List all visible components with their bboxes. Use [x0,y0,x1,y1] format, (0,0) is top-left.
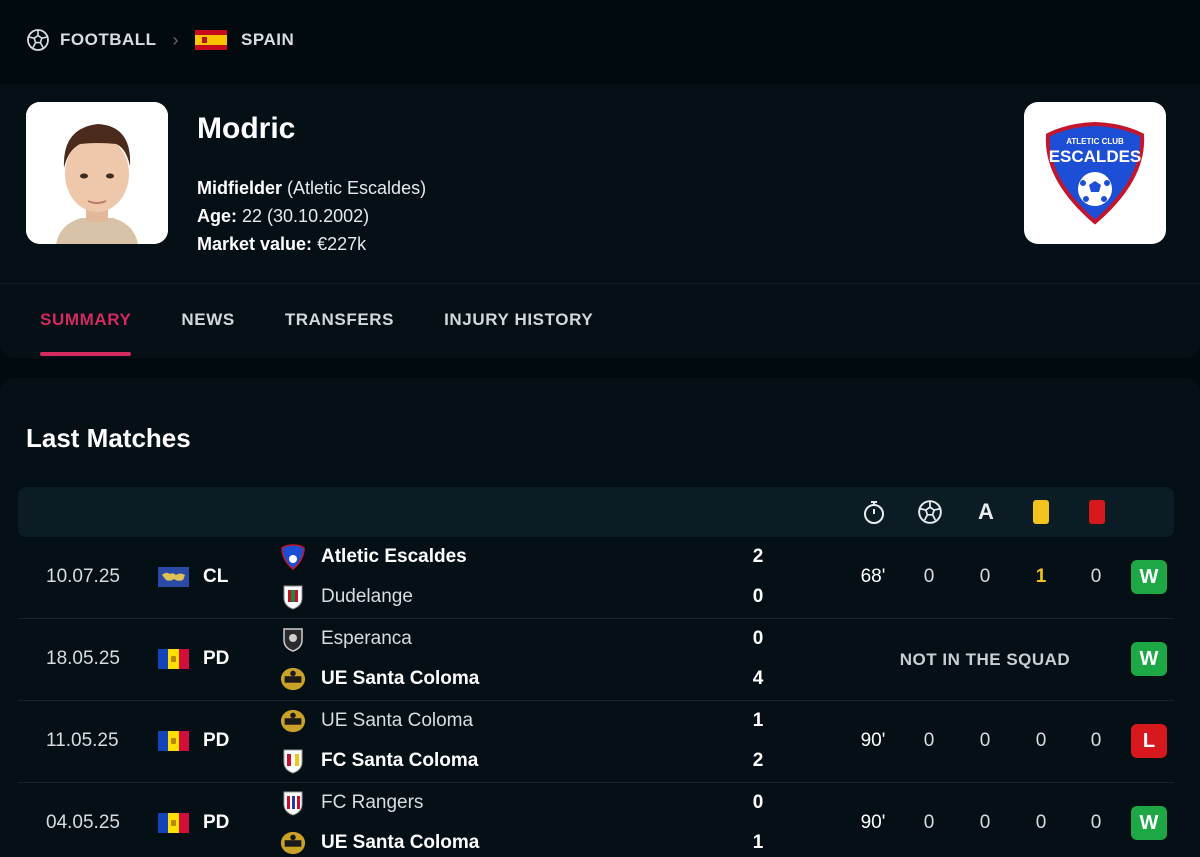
minutes-played: 68' [860,566,886,587]
away-team-name[interactable]: UE Santa Coloma [321,668,479,690]
match-competition[interactable]: PD [203,648,229,670]
match-date: 18.05.25 [46,648,120,669]
yellow-cards-count: 0 [1035,730,1047,751]
champions-league-icon [158,567,189,587]
home-score: 0 [752,628,764,649]
goals-count: 0 [923,730,935,751]
home-score: 1 [752,710,764,731]
age-value: 22 (30.10.2002) [242,206,370,226]
ue-santa-coloma-logo [280,830,306,856]
club-logo-line2: ESCALDES [1049,147,1142,166]
match-date: 11.05.25 [46,730,119,751]
esperanca-logo [280,626,306,652]
club-logo-line1: ATLETIC CLUB [1066,137,1124,146]
tab-news[interactable]: NEWS [181,310,234,358]
yellow-cards-count: 1 [1035,566,1047,587]
goals-count: 0 [923,566,935,587]
breadcrumb: FOOTBALL › SPAIN [26,28,294,52]
match-competition[interactable]: CL [203,566,228,588]
red-cards-count: 0 [1090,566,1102,587]
ue-santa-coloma-logo [280,666,306,692]
player-name: Modric [197,112,296,145]
match-date: 10.07.25 [46,566,120,587]
tab-injury-history[interactable]: INJURY HISTORY [444,310,593,358]
tab-bar: SUMMARY NEWS TRANSFERS INJURY HISTORY [40,310,593,358]
result-badge: W [1131,806,1167,840]
home-score: 2 [752,546,764,567]
football-icon [26,28,50,52]
home-team-name[interactable]: UE Santa Coloma [321,710,473,732]
player-age-line: Age: 22 (30.10.2002) [197,202,426,230]
away-team-name[interactable]: FC Santa Coloma [321,750,478,772]
away-team-name[interactable]: UE Santa Coloma [321,832,479,854]
assist-icon: A [978,499,994,524]
table-header [18,487,1174,537]
atletic-escaldes-logo [280,544,306,570]
age-label: Age: [197,206,237,226]
not-in-squad-label: NOT IN THE SQUAD [899,650,1071,669]
home-team-name[interactable]: FC Rangers [321,792,423,814]
home-score: 0 [752,792,764,813]
away-score: 1 [752,832,764,853]
yellow-card-icon [1027,498,1055,526]
fc-santa-coloma-logo [280,748,306,774]
tab-transfers[interactable]: TRANSFERS [285,310,394,358]
header-divider [0,283,1200,284]
red-cards-count: 0 [1090,812,1102,833]
breadcrumb-sport-link[interactable]: FOOTBALL [60,30,157,50]
match-competition[interactable]: PD [203,730,229,752]
player-club[interactable]: (Atletic Escaldes) [287,178,426,198]
club-logo[interactable]: ATLETIC CLUB ESCALDES [1024,102,1166,244]
dudelange-logo [280,584,306,610]
goals-count: 0 [923,812,935,833]
away-score: 2 [752,750,764,771]
andorra-flag-icon [158,731,189,751]
player-position-line: Midfielder (Atletic Escaldes) [197,174,426,202]
away-team-name[interactable]: Dudelange [321,586,413,608]
fc-rangers-logo [280,790,306,816]
market-value-label: Market value: [197,234,313,254]
minutes-played: 90' [860,730,886,751]
andorra-flag-icon [158,649,189,669]
yellow-cards-count: 0 [1035,812,1047,833]
result-badge: W [1131,560,1167,594]
tab-summary[interactable]: SUMMARY [40,310,132,358]
ue-santa-coloma-logo [280,708,306,734]
breadcrumb-country-link[interactable]: SPAIN [241,30,294,50]
minutes-played: 90' [860,812,886,833]
chevron-right-icon: › [172,29,180,50]
player-market-line: Market value: €227k [197,230,426,258]
away-score: 0 [752,586,764,607]
section-title: Last Matches [26,423,191,453]
player-position: Midfielder [197,178,283,198]
assists-count: 0 [979,730,991,751]
away-score: 4 [752,668,764,689]
assists-count: 0 [979,812,991,833]
assists-count: 0 [979,566,991,587]
red-cards-count: 0 [1090,730,1102,751]
spain-flag-icon [195,30,228,50]
match-date: 04.05.25 [46,812,120,833]
andorra-flag-icon [158,813,189,833]
stopwatch-icon [860,498,888,526]
player-photo [26,102,168,244]
result-badge: W [1131,642,1167,676]
match-competition[interactable]: PD [203,812,229,834]
home-team-name[interactable]: Atletic Escaldes [321,546,467,568]
goals-icon [916,498,944,526]
red-card-icon [1083,498,1111,526]
home-team-name[interactable]: Esperanca [321,628,412,650]
result-badge: L [1131,724,1167,758]
player-info: Midfielder (Atletic Escaldes) Age: 22 (3… [197,174,426,258]
market-value: €227k [317,234,367,254]
